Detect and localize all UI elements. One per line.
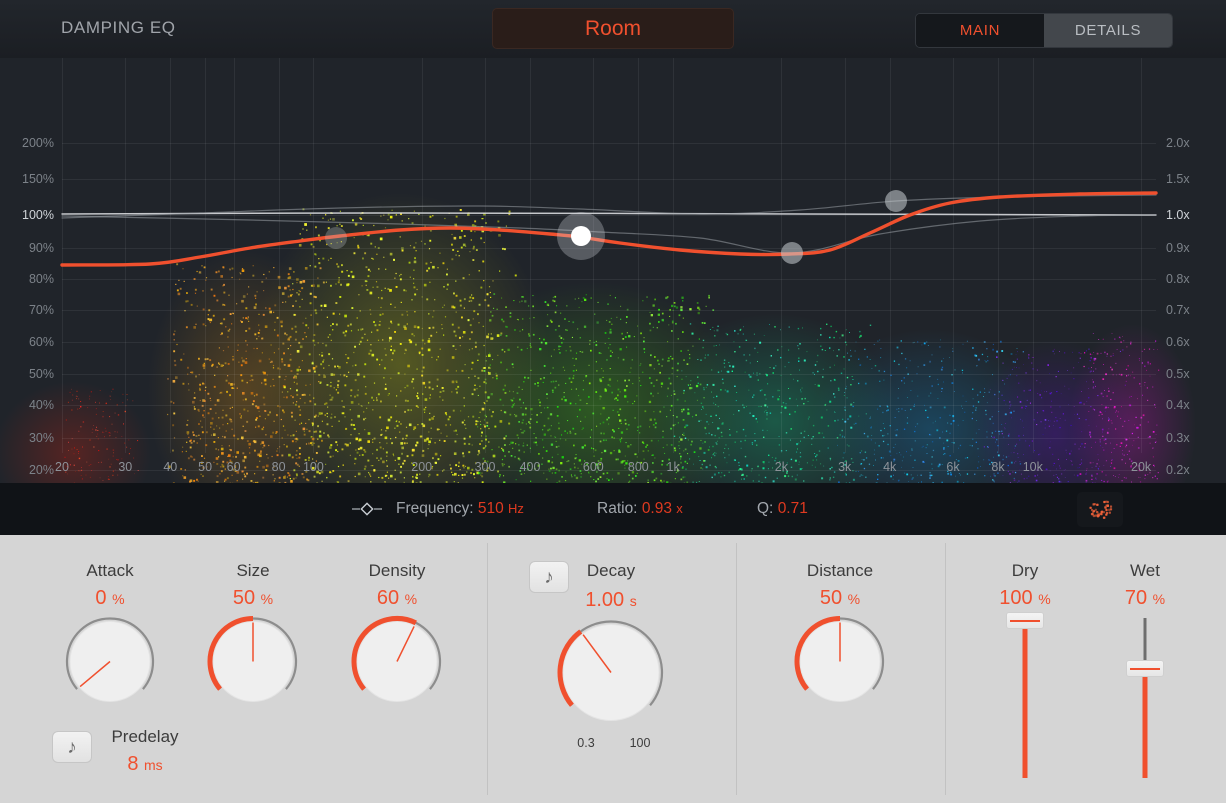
curve-eq-curve — [60, 191, 1158, 267]
wet-value-number: 70 — [1124, 587, 1148, 609]
eq-curves — [60, 191, 1158, 267]
frequency-unit: Hz — [508, 501, 524, 516]
preset-button[interactable]: Room — [492, 8, 734, 49]
attack-label: Attack — [86, 561, 134, 580]
size-value-unit: % — [260, 591, 274, 607]
distance-value-number: 50 — [819, 587, 843, 609]
page-title: DAMPING EQ — [61, 18, 176, 37]
decay-value-number: 1.00 — [585, 589, 625, 611]
eq-section: DAMPING EQ Room MAIN DETAILS 200% 150% 100… — [0, 0, 1226, 535]
decay-value-unit: s — [629, 593, 637, 609]
q-value: 0.71 — [777, 500, 808, 517]
curve-guide-curve-lower — [61, 214, 1157, 254]
eq-handle-band-4[interactable] — [885, 190, 907, 212]
decay-tempo-sync-button[interactable]: ♪ — [529, 561, 569, 593]
decay-knob[interactable] — [555, 617, 667, 734]
predelay-value[interactable]: 8 ms — [127, 753, 162, 776]
wet-slider-thumb[interactable] — [1126, 660, 1164, 677]
preset-label: Room — [584, 16, 642, 40]
eq-handle-band-3[interactable] — [781, 242, 803, 264]
predelay-value-number: 8 — [127, 753, 139, 775]
decay-value: 1.00 s — [585, 589, 637, 612]
music-note-icon: ♪ — [544, 566, 554, 588]
frequency-readout[interactable]: Frequency: 510 Hz — [396, 500, 524, 518]
size-value: 50 % — [233, 587, 273, 610]
density-value: 60 % — [377, 587, 417, 610]
q-label: Q: — [757, 500, 774, 517]
curve-reference-line-flat — [61, 212, 1157, 216]
panel-divider-3 — [945, 543, 946, 795]
tab-main-label: MAIN — [959, 22, 1001, 39]
diamond-node-icon — [352, 502, 382, 516]
distance-value-unit: % — [847, 591, 861, 607]
parameter-readout-bar: Frequency: 510 Hz Ratio: 0.93 x Q: 0.71 — [0, 483, 1226, 535]
panel-divider-1 — [487, 543, 488, 795]
dry-slider-thumb[interactable] — [1006, 612, 1044, 629]
eq-handle-band-1[interactable] — [325, 227, 347, 249]
eq-handle-band-2[interactable] — [571, 226, 591, 246]
music-note-icon: ♪ — [67, 736, 77, 758]
tab-details[interactable]: DETAILS — [1044, 14, 1172, 47]
wet-value: 70 % — [1125, 587, 1165, 610]
wet-value-unit: % — [1152, 591, 1166, 607]
distance-label: Distance — [806, 561, 874, 580]
dry-value: 100 % — [999, 587, 1050, 610]
ratio-label: Ratio: — [597, 500, 638, 517]
decay-label: Decay — [586, 561, 636, 580]
predelay-value-unit: ms — [144, 757, 163, 773]
q-readout[interactable]: Q: 0.71 — [757, 500, 808, 518]
density-label: Density — [368, 561, 426, 580]
attack-value-number: 0 — [95, 587, 107, 609]
ratio-value: 0.93 — [641, 500, 672, 517]
frequency-label: Frequency: — [396, 500, 474, 517]
wet-slider[interactable] — [1126, 618, 1164, 778]
wet-label: Wet — [1130, 561, 1160, 580]
dry-label: Dry — [1011, 561, 1039, 580]
view-tabs: MAIN DETAILS — [915, 13, 1173, 48]
size-label: Size — [236, 561, 270, 580]
predelay-tempo-sync-button[interactable]: ♪ — [52, 731, 92, 763]
wet-slider-fill — [1142, 666, 1148, 778]
dry-value-number: 100 — [999, 587, 1033, 609]
attack-value: 0 % — [95, 587, 124, 610]
particle-cluster-icon — [1089, 500, 1113, 519]
distance-value: 50 % — [820, 587, 860, 610]
tab-main[interactable]: MAIN — [916, 14, 1044, 47]
decay-range-max: 100 — [629, 736, 651, 750]
attack-knob[interactable] — [62, 614, 158, 715]
frequency-value: 510 — [477, 500, 504, 517]
control-panel: Attack 0 % ♪ Predelay 8 ms Size 50 % Den… — [0, 535, 1226, 803]
density-value-unit: % — [404, 591, 418, 607]
density-value-number: 60 — [376, 587, 400, 609]
particle-display-toggle-button[interactable] — [1077, 492, 1123, 527]
dry-value-unit: % — [1038, 591, 1051, 607]
dry-slider-fill — [1022, 618, 1028, 778]
decay-range-min: 0.3 — [577, 736, 595, 750]
plugin-header: DAMPING EQ Room MAIN DETAILS — [0, 0, 1226, 58]
eq-graph[interactable]: 200%150%100%90%80%70%60%50%40%30%20%10% … — [0, 58, 1226, 483]
density-knob[interactable] — [349, 614, 445, 715]
tab-details-label: DETAILS — [1074, 22, 1142, 39]
size-knob[interactable] — [205, 614, 301, 715]
ratio-readout[interactable]: Ratio: 0.93 x — [597, 500, 683, 518]
plugin-window: DAMPING EQ Room MAIN DETAILS 200% 150% 100… — [0, 0, 1226, 803]
predelay-label: Predelay — [111, 727, 179, 746]
attack-value-unit: % — [112, 591, 125, 607]
dry-slider[interactable] — [1006, 612, 1044, 778]
distance-knob[interactable] — [792, 614, 888, 715]
panel-divider-2 — [736, 543, 737, 795]
ratio-unit: x — [676, 501, 683, 516]
size-value-number: 50 — [232, 587, 256, 609]
